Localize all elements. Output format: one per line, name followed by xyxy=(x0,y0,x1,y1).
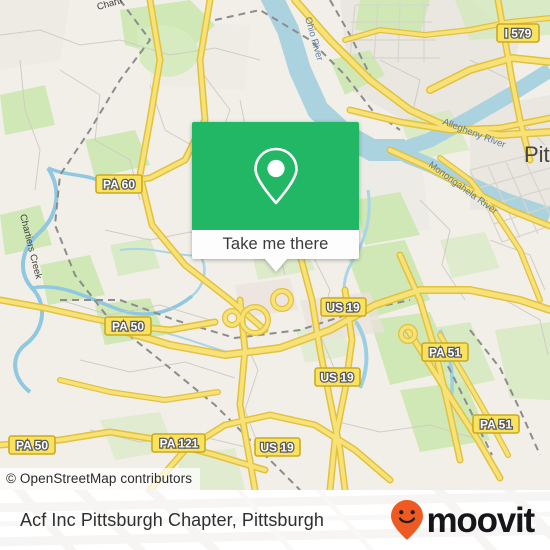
moovit-logo[interactable]: moovit xyxy=(390,499,535,541)
footer-bar: Acf Inc Pittsburgh Chapter, Pittsburgh m… xyxy=(0,490,550,550)
svg-text:PA 50: PA 50 xyxy=(16,439,48,453)
popup-action[interactable]: Take me there xyxy=(192,230,359,259)
svg-text:I 579: I 579 xyxy=(505,27,532,41)
popup-tail xyxy=(264,259,287,272)
svg-text:PA 51: PA 51 xyxy=(480,418,512,432)
shield-pa-51-lower: PA 51 xyxy=(472,414,520,434)
shield-pa-51-upper: PA 51 xyxy=(421,342,469,362)
osm-attribution-text: © OpenStreetMap contributors xyxy=(6,471,193,486)
svg-text:PA 60: PA 60 xyxy=(103,178,135,192)
popup-action-label: Take me there xyxy=(222,235,329,253)
svg-text:US 19: US 19 xyxy=(320,371,354,385)
shield-us-19-middle: US 19 xyxy=(314,367,361,387)
osm-attribution[interactable]: © OpenStreetMap contributors xyxy=(0,468,201,490)
popup-header xyxy=(192,122,359,230)
map-pin-icon xyxy=(253,147,298,205)
svg-text:PA 51: PA 51 xyxy=(429,346,461,360)
moovit-location-screenshot: Ohio River Allegheny River Monongahela R… xyxy=(0,0,550,550)
shield-us-19-upper: US 19 xyxy=(320,297,367,317)
svg-text:US 19: US 19 xyxy=(260,441,294,455)
shield-i-579: I 579 xyxy=(496,23,540,43)
svg-text:PA 50: PA 50 xyxy=(112,320,144,334)
location-popup-card[interactable]: Take me there xyxy=(192,122,359,272)
shield-pa-50-upper: PA 50 xyxy=(104,316,152,336)
svg-text:PA 121: PA 121 xyxy=(160,437,199,451)
shield-pa-121: PA 121 xyxy=(151,433,206,453)
moovit-wordmark: moovit xyxy=(426,500,535,540)
shield-pa-50-lower: PA 50 xyxy=(8,435,56,455)
shield-pa-60: PA 60 xyxy=(95,174,143,194)
place-name-label: Acf Inc Pittsburgh Chapter, Pittsburgh xyxy=(20,509,324,530)
shield-us-19-lower: US 19 xyxy=(254,437,301,457)
svg-text:US 19: US 19 xyxy=(326,301,360,315)
moovit-pin-smiley-icon xyxy=(391,500,424,540)
city-label: Pitt xyxy=(524,142,550,167)
